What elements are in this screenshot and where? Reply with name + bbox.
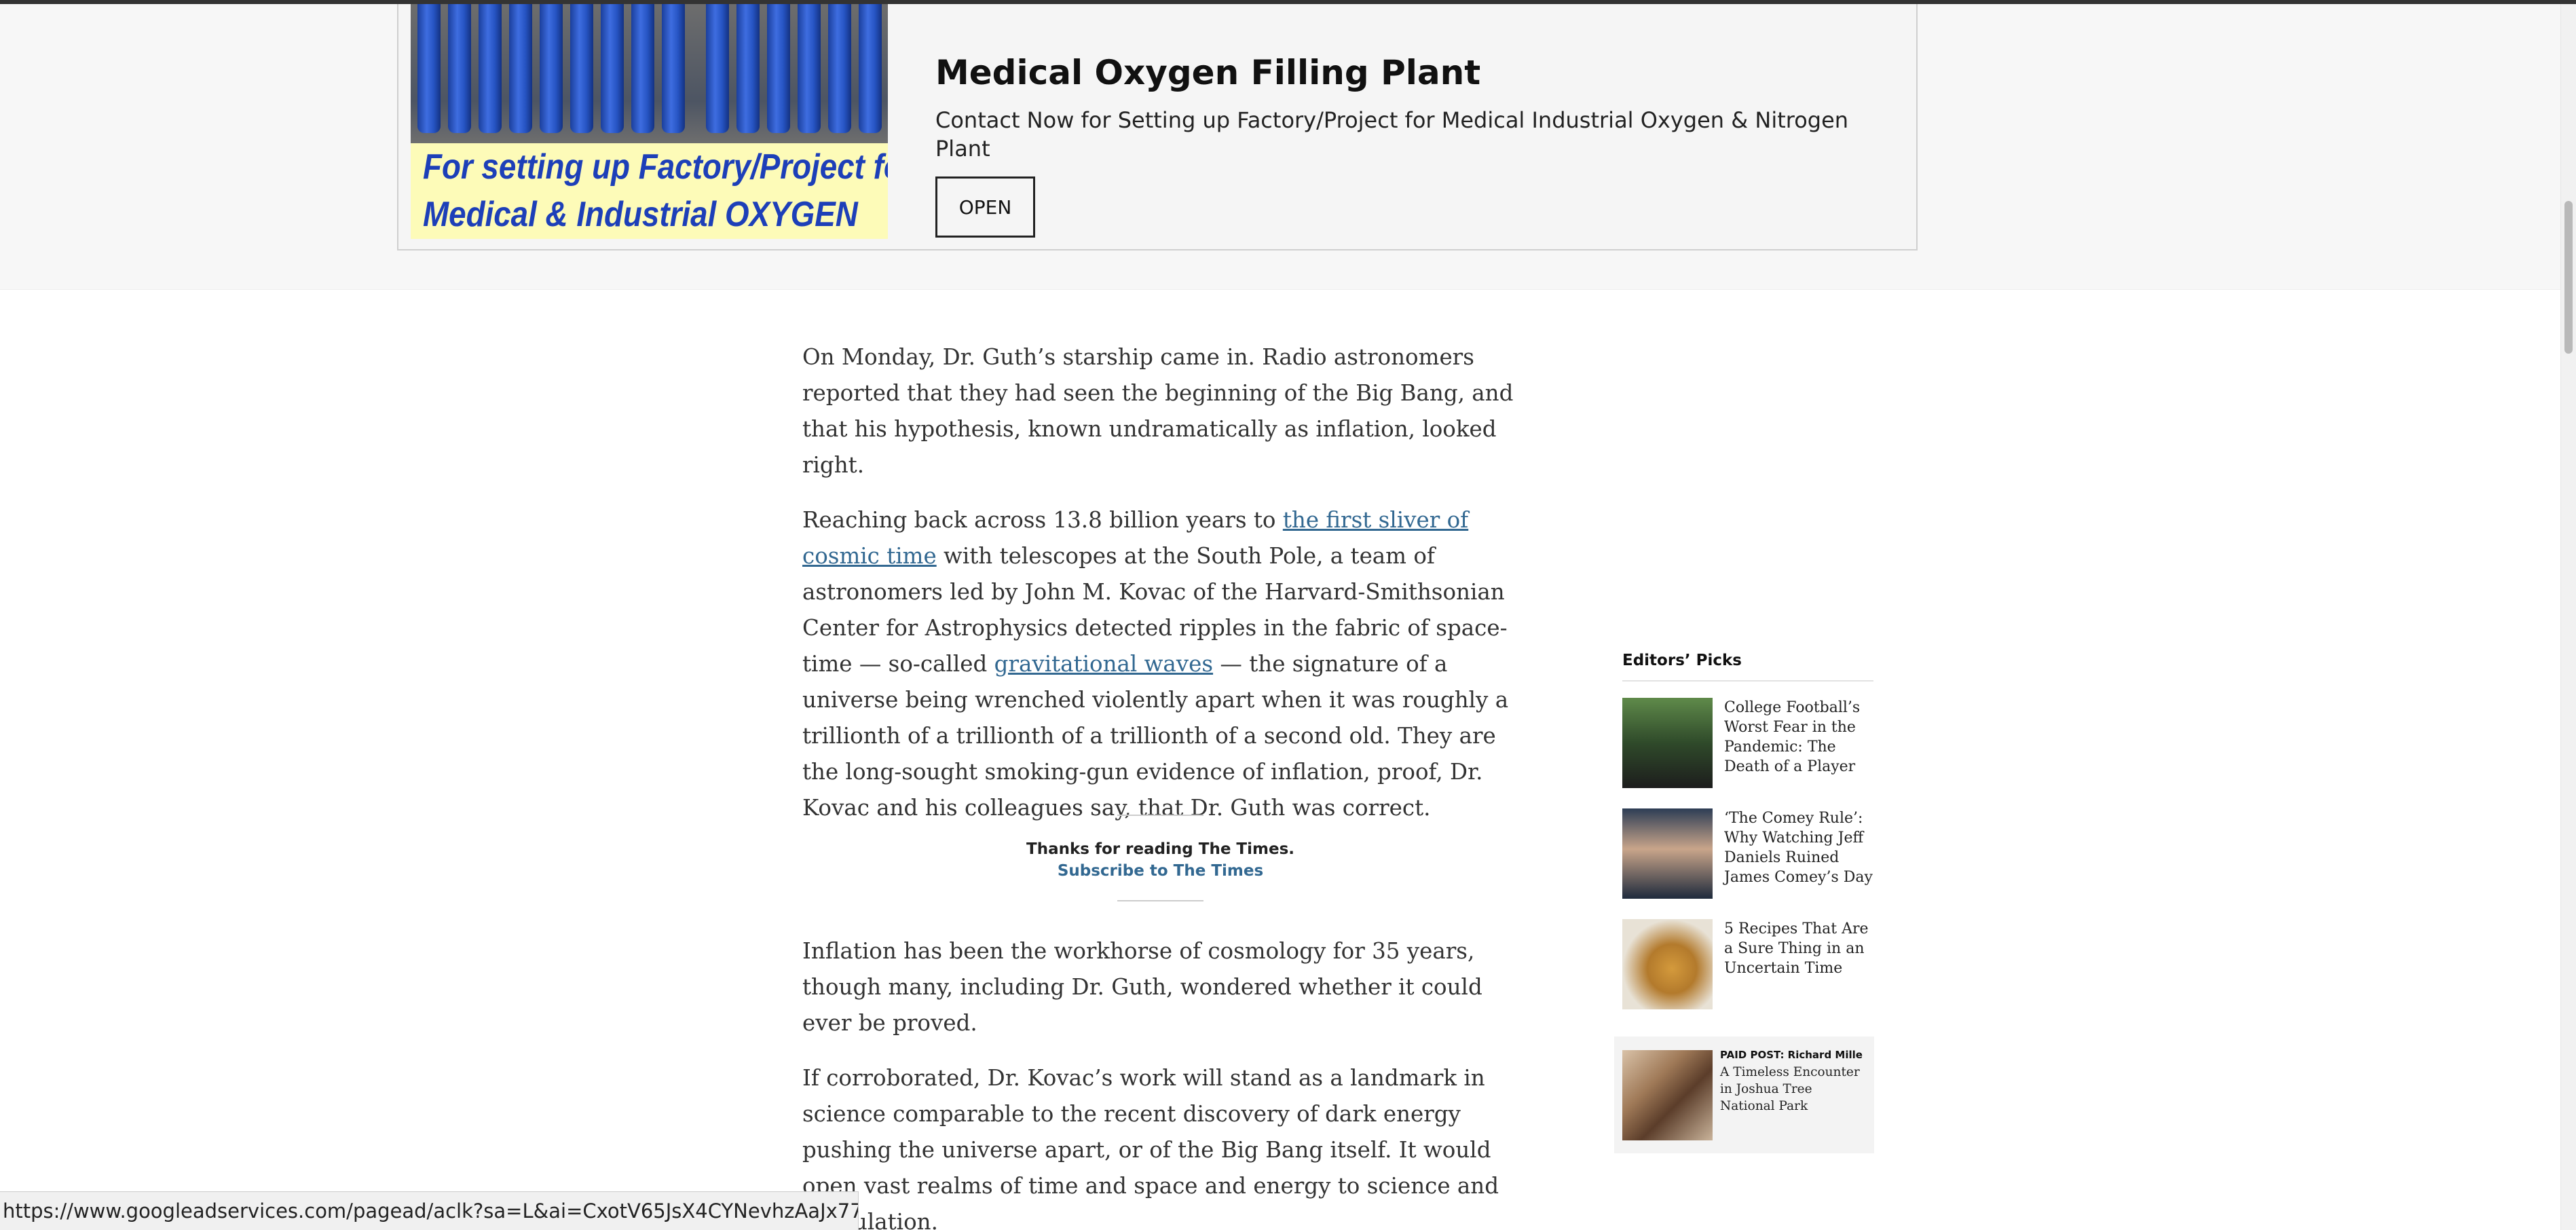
divider [1117,815,1203,816]
paid-post-headline[interactable]: A Timeless Encounter in Joshua Tree Nati… [1720,1064,1866,1115]
ad-image-caption-line1: For setting up Factory/Project for [423,147,888,187]
ad-description: Contact Now for Setting up Factory/Proje… [935,107,1849,162]
pick-thumbnail[interactable] [1622,808,1713,899]
pick-headline[interactable]: College Football’s Worst Fear in the Pan… [1724,698,1873,777]
ad-open-button[interactable]: OPEN [935,176,1035,238]
status-bar-url: https://www.googleadservices.com/pagead/… [0,1191,859,1230]
article-text: Reaching back across 13.8 billion years … [802,507,1283,533]
ad-banner-area: For setting up Factory/Project for Medic… [0,4,2576,290]
scrollbar-thumb[interactable] [2564,201,2573,354]
subscribe-link[interactable]: Subscribe to The Times [1058,862,1263,880]
editors-pick-item[interactable]: 5 Recipes That Are a Sure Thing in an Un… [1622,919,1873,1030]
gravitational-waves-link[interactable]: gravitational waves [994,651,1213,677]
pick-headline[interactable]: ‘The Comey Rule’: Why Watching Jeff Dani… [1724,808,1873,887]
subscribe-thanks-text: Thanks for reading The Times. [1026,840,1294,858]
article-paragraph: If corroborated, Dr. Kovac’s work will s… [802,1065,1499,1230]
editors-picks: Editors’ Picks College Football’s Worst … [1622,652,1873,1030]
paid-post[interactable]: PAID POST: Richard Mille A Timeless Enco… [1614,1037,1874,1153]
ad-card[interactable]: For setting up Factory/Project for Medic… [397,4,1918,250]
article-paragraph: Reaching back across 13.8 billion years … [802,502,1518,826]
article-body-bottom: Inflation has been the workhorse of cosm… [802,933,1518,1230]
editors-picks-title: Editors’ Picks [1622,652,1873,682]
editors-pick-item[interactable]: ‘The Comey Rule’: Why Watching Jeff Dani… [1622,808,1873,919]
divider [1117,900,1203,901]
page: For setting up Factory/Project for Medic… [0,0,2576,1230]
ad-image-caption: For setting up Factory/Project for Medic… [423,143,888,238]
article-body-top: On Monday, Dr. Guth’s starship came in. … [802,339,1518,845]
paid-post-thumbnail[interactable] [1622,1050,1713,1140]
ad-image[interactable]: For setting up Factory/Project for Medic… [411,4,888,239]
ad-image-caption-line2: Medical & Industrial OXYGEN [423,195,858,234]
ad-title[interactable]: Medical Oxygen Filling Plant [935,53,1480,92]
pick-thumbnail[interactable] [1622,698,1713,788]
vertical-scrollbar[interactable] [2560,4,2576,1230]
pick-thumbnail[interactable] [1622,919,1713,1009]
subscribe-promo: Thanks for reading The Times. Subscribe … [802,815,1518,905]
pick-headline[interactable]: 5 Recipes That Are a Sure Thing in an Un… [1724,919,1873,978]
article-paragraph: Inflation has been the workhorse of cosm… [802,938,1482,1036]
editors-pick-item[interactable]: College Football’s Worst Fear in the Pan… [1622,698,1873,808]
article-paragraph: On Monday, Dr. Guth’s starship came in. … [802,344,1514,478]
oxygen-cylinders-photo [411,4,888,143]
paid-post-label: PAID POST: Richard Mille [1720,1049,1863,1061]
